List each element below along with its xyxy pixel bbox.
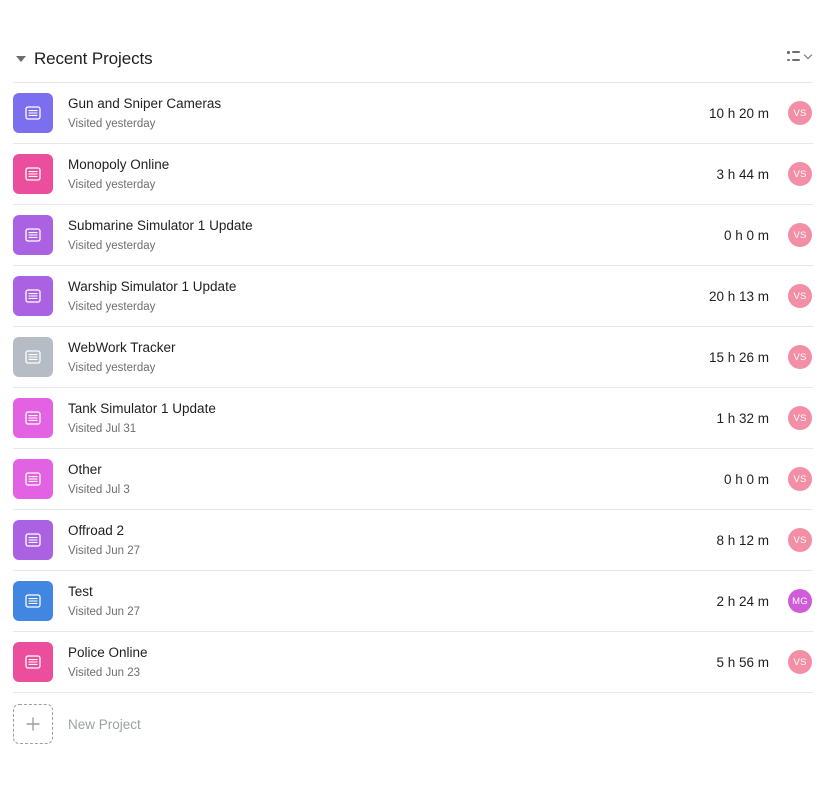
project-list-icon	[25, 289, 41, 303]
project-time: 0 h 0 m	[723, 227, 769, 243]
panel-header: Recent Projects	[13, 36, 813, 83]
list-view-icon	[787, 51, 800, 61]
project-visited: Visited yesterday	[68, 239, 156, 252]
project-text: Police Online Visited Jun 23	[68, 644, 148, 681]
project-row[interactable]: Offroad 2 Visited Jun 27 8 h 12 m VS	[13, 510, 813, 571]
project-name: Tank Simulator 1 Update	[68, 400, 216, 416]
panel-title: Recent Projects	[34, 49, 153, 68]
caret-down-icon[interactable]	[16, 56, 26, 62]
project-list-icon	[25, 411, 41, 425]
project-row[interactable]: Gun and Sniper Cameras Visited yesterday…	[13, 83, 813, 144]
project-list-icon	[25, 167, 41, 181]
project-visited: Visited yesterday	[68, 361, 156, 374]
project-row[interactable]: WebWork Tracker Visited yesterday 15 h 2…	[13, 327, 813, 388]
project-visited: Visited yesterday	[68, 117, 156, 130]
project-text: Gun and Sniper Cameras Visited yesterday	[68, 95, 221, 132]
project-row[interactable]: Tank Simulator 1 Update Visited Jul 31 1…	[13, 388, 813, 449]
avatar[interactable]: VS	[788, 650, 812, 674]
new-project-label: New Project	[68, 716, 141, 732]
project-row[interactable]: Warship Simulator 1 Update Visited yeste…	[13, 266, 813, 327]
project-list-icon	[25, 533, 41, 547]
avatar[interactable]: VS	[788, 284, 812, 308]
project-visited: Visited Jul 3	[68, 483, 130, 496]
project-icon-tile	[13, 276, 53, 316]
avatar[interactable]: VS	[788, 223, 812, 247]
project-icon-tile	[13, 581, 53, 621]
project-visited: Visited yesterday	[68, 300, 156, 313]
project-icon-tile	[13, 154, 53, 194]
project-text: Other Visited Jul 3	[68, 461, 130, 498]
project-icon-tile	[13, 93, 53, 133]
project-visited: Visited Jun 27	[68, 544, 141, 557]
project-row[interactable]: Other Visited Jul 3 0 h 0 m VS	[13, 449, 813, 510]
avatar[interactable]: VS	[788, 406, 812, 430]
project-name: Gun and Sniper Cameras	[68, 95, 222, 111]
chevron-down-icon	[803, 50, 813, 59]
project-name: Test	[68, 583, 93, 599]
project-time: 3 h 44 m	[716, 166, 769, 182]
project-row[interactable]: Submarine Simulator 1 Update Visited yes…	[13, 205, 813, 266]
project-time: 8 h 12 m	[716, 532, 769, 548]
project-text: Tank Simulator 1 Update Visited Jul 31	[68, 400, 216, 437]
project-text: WebWork Tracker Visited yesterday	[68, 339, 176, 376]
avatar[interactable]: VS	[788, 467, 812, 491]
project-name: WebWork Tracker	[68, 339, 176, 355]
project-visited: Visited Jun 23	[68, 666, 141, 679]
plus-icon	[26, 717, 40, 731]
avatar[interactable]: VS	[788, 528, 812, 552]
project-text: Warship Simulator 1 Update Visited yeste…	[68, 278, 236, 315]
project-icon-tile	[13, 215, 53, 255]
project-icon-tile	[13, 520, 53, 560]
project-icon-tile	[13, 459, 53, 499]
project-list-icon	[25, 655, 41, 669]
avatar[interactable]: MG	[788, 589, 812, 613]
project-time: 2 h 24 m	[716, 593, 769, 609]
project-time: 0 h 0 m	[723, 471, 769, 487]
project-icon-tile	[13, 337, 53, 377]
project-row[interactable]: Police Online Visited Jun 23 5 h 56 m VS	[13, 632, 813, 693]
project-name: Warship Simulator 1 Update	[68, 278, 237, 294]
project-time: 1 h 32 m	[716, 410, 769, 426]
new-project-tile	[13, 704, 53, 744]
project-time: 5 h 56 m	[716, 654, 769, 670]
project-time: 10 h 20 m	[708, 105, 769, 121]
project-list-icon	[25, 350, 41, 364]
project-icon-tile	[13, 398, 53, 438]
project-visited: Visited Jun 27	[68, 605, 141, 618]
project-name: Submarine Simulator 1 Update	[68, 217, 253, 233]
project-list: Gun and Sniper Cameras Visited yesterday…	[13, 83, 813, 693]
project-list-icon	[25, 228, 41, 242]
project-icon-tile	[13, 642, 53, 682]
project-visited: Visited yesterday	[68, 178, 156, 191]
avatar[interactable]: VS	[788, 162, 812, 186]
avatar[interactable]: VS	[788, 101, 812, 125]
project-text: Monopoly Online Visited yesterday	[68, 156, 169, 193]
project-text: Test Visited Jun 27	[68, 583, 140, 620]
project-name: Other	[68, 461, 102, 477]
recent-projects-panel: Recent Projects Gun and Sniper Cameras V…	[13, 36, 813, 755]
project-name: Monopoly Online	[68, 156, 170, 172]
project-text: Submarine Simulator 1 Update Visited yes…	[68, 217, 253, 254]
project-list-icon	[25, 472, 41, 486]
avatar[interactable]: VS	[788, 345, 812, 369]
project-time: 20 h 13 m	[708, 288, 769, 304]
view-options-button[interactable]	[787, 50, 813, 61]
project-row[interactable]: Test Visited Jun 27 2 h 24 m MG	[13, 571, 813, 632]
project-text: Offroad 2 Visited Jun 27	[68, 522, 140, 559]
project-name: Offroad 2	[68, 522, 125, 538]
new-project-button[interactable]: New Project	[13, 693, 813, 755]
project-list-icon	[25, 594, 41, 608]
project-time: 15 h 26 m	[708, 349, 769, 365]
project-visited: Visited Jul 31	[68, 422, 137, 435]
project-list-icon	[25, 106, 41, 120]
project-name: Police Online	[68, 644, 148, 660]
project-row[interactable]: Monopoly Online Visited yesterday 3 h 44…	[13, 144, 813, 205]
